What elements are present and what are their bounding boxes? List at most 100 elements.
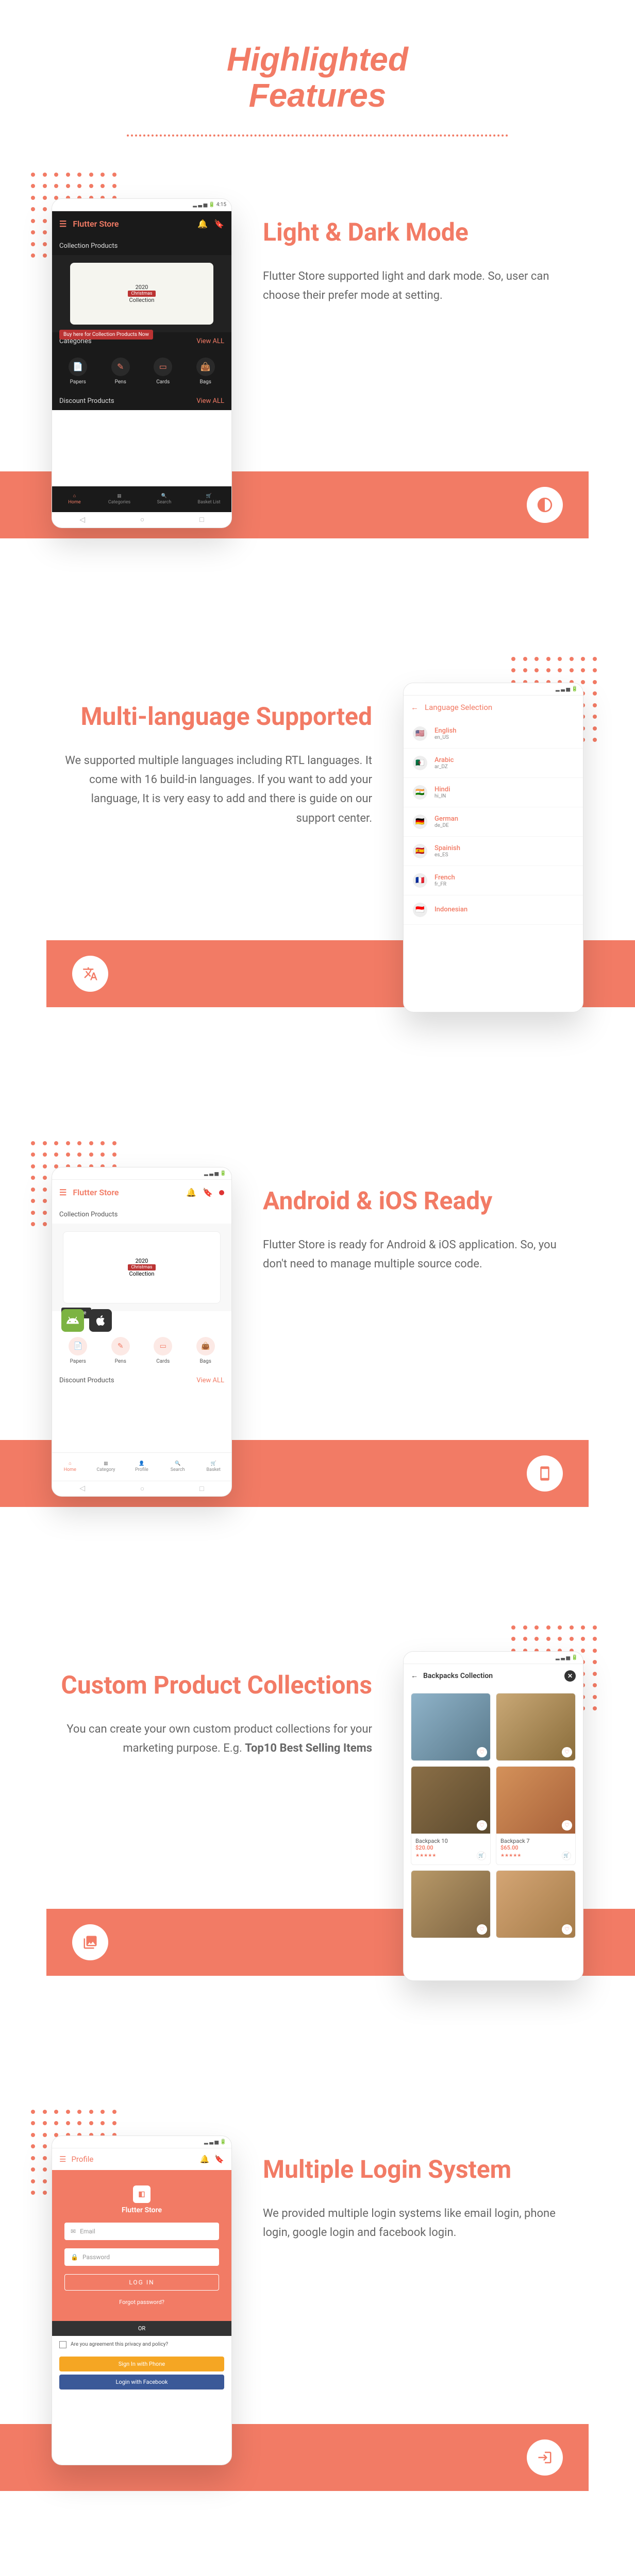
phone-mockup-collection: ▂ ▃ ▅ 🔋 ← Backpacks Collection ✕ Backpac…: [403, 1651, 583, 1981]
tab-search[interactable]: 🔍Search: [142, 486, 187, 512]
notification-icon[interactable]: 🔔: [200, 2155, 210, 2164]
tab-bar: ⌂Home ▦Categories 🔍Search 🛒Basket List: [52, 486, 231, 512]
hero-banner[interactable]: 2020 Christmas Collection Buy here for C…: [52, 255, 231, 332]
login-form: ◧ Flutter Store ✉Email 🔒Password LOG IN …: [52, 2170, 231, 2321]
android-navbar: ◁○□: [52, 512, 231, 528]
login-button[interactable]: LOG IN: [64, 2274, 219, 2291]
menu-icon[interactable]: ☰: [59, 2155, 66, 2164]
badge-icon: [219, 1190, 224, 1195]
mail-icon: ✉: [71, 2228, 76, 2235]
password-field[interactable]: 🔒Password: [64, 2248, 219, 2266]
or-separator: OR: [52, 2321, 231, 2336]
list-item[interactable]: 🇮🇩Indonesian: [404, 895, 583, 925]
title-line1: Highlighted: [227, 41, 408, 78]
language-header: ← Language Selection: [404, 696, 583, 719]
list-item[interactable]: 🇮🇳Hindihi_IN: [404, 778, 583, 807]
cat-item[interactable]: ✎Pens: [102, 358, 140, 385]
android-icon: [61, 1309, 84, 1332]
list-item[interactable]: 🇩🇪Germande_DE: [404, 807, 583, 837]
product-card[interactable]: [496, 1693, 576, 1761]
product-price: $20.00: [415, 1844, 486, 1851]
product-card[interactable]: [411, 1870, 491, 1938]
feature-description: Flutter Store supported light and dark m…: [263, 267, 583, 306]
agreement-row[interactable]: Are you agreement this privacy and polic…: [52, 2336, 231, 2353]
divider: [127, 134, 508, 137]
bold-text: Top10 Best Selling Items: [245, 1742, 372, 1755]
cat-item[interactable]: ✎Pens: [102, 1337, 140, 1364]
screen-title: Language Selection: [425, 703, 492, 712]
feature-heading: Android & iOS Ready: [263, 1188, 583, 1215]
feature-platforms: ▂ ▃ ▅ 🔋 ☰ Flutter Store 🔔 🔖 Collection P…: [0, 1167, 635, 1558]
tab-home[interactable]: ⌂Home: [52, 1453, 88, 1481]
cat-item[interactable]: 👜Bags: [187, 358, 225, 385]
bookmark-icon[interactable]: 🔖: [214, 2155, 224, 2164]
section-label: Discount Products View ALL: [52, 392, 231, 410]
list-item[interactable]: 🇺🇸Englishen_US: [404, 719, 583, 749]
bookmark-icon[interactable]: 🔖: [214, 219, 224, 229]
section-label: Collection Products: [52, 1206, 231, 1224]
cat-item[interactable]: ▭Cards: [144, 1337, 182, 1364]
phone-mockup-login: ▂ ▃ ▅ 🔋 ☰ Profile 🔔 🔖 ◧ Flutter Store ✉E…: [52, 2136, 232, 2465]
feature-light-dark: ▂ ▃ ▅ 🔋 4:15 ☰ Flutter Store 🔔 🔖 Collect…: [0, 198, 635, 590]
app-header: ☰ Flutter Store 🔔 🔖: [52, 1180, 231, 1206]
tab-profile[interactable]: 👤Profile: [124, 1453, 160, 1481]
product-card[interactable]: [411, 1693, 491, 1761]
category-row: 📄Papers ✎Pens ▭Cards 👜Bags: [52, 350, 231, 392]
product-card[interactable]: [496, 1870, 576, 1938]
brand-logo: ◧ Flutter Store: [64, 2185, 219, 2214]
feature-heading: Multi-language Supported: [52, 703, 372, 731]
hero-year: 2020: [136, 284, 148, 291]
bookmark-icon[interactable]: 🔖: [203, 1188, 213, 1197]
back-icon[interactable]: ←: [411, 703, 419, 712]
platform-badges: [61, 1309, 112, 1332]
status-bar: ▂ ▃ ▅ 🔋 4:15: [52, 199, 231, 211]
notification-icon[interactable]: 🔔: [197, 219, 208, 229]
list-item[interactable]: 🇫🇷Frenchfr_FR: [404, 866, 583, 895]
feature-multilang: ▂ ▃ ▅ 🔋 ← Language Selection 🇺🇸Englishen…: [0, 683, 635, 1074]
cat-item[interactable]: ▭Cards: [144, 358, 182, 385]
hero-subtitle: Collection: [129, 297, 154, 303]
facebook-login-button[interactable]: Login with Facebook: [59, 2375, 224, 2389]
back-icon[interactable]: ←: [411, 1671, 418, 1680]
notification-icon[interactable]: 🔔: [186, 1188, 196, 1197]
profile-header: ☰ Profile 🔔 🔖: [52, 2148, 231, 2170]
checkbox[interactable]: [59, 2341, 66, 2348]
cat-item[interactable]: 📄Papers: [59, 1337, 97, 1364]
tab-categories[interactable]: ▦Categories: [97, 486, 142, 512]
tab-basket[interactable]: 🛒Basket: [195, 1453, 231, 1481]
language-list: 🇺🇸Englishen_US 🇩🇿Arabicar_DZ 🇮🇳Hindihi_I…: [404, 719, 583, 925]
view-all-link[interactable]: View ALL: [196, 397, 224, 405]
collection-header: ← Backpacks Collection ✕: [404, 1664, 583, 1688]
hero-banner[interactable]: 2020 Christmas Collection Buy here: [52, 1224, 231, 1311]
phone-mockup-languages: ▂ ▃ ▅ 🔋 ← Language Selection 🇺🇸Englishen…: [403, 683, 583, 1012]
list-item[interactable]: 🇩🇿Arabicar_DZ: [404, 749, 583, 778]
cat-item[interactable]: 👜Bags: [187, 1337, 225, 1364]
feature-heading: Multiple Login System: [263, 2156, 583, 2183]
tab-search[interactable]: 🔍Search: [160, 1453, 196, 1481]
tab-home[interactable]: ⌂Home: [52, 486, 97, 512]
tab-category[interactable]: ▦Category: [88, 1453, 124, 1481]
phone-signin-button[interactable]: Sign In with Phone: [59, 2357, 224, 2371]
feature-description: Flutter Store is ready for Android & iOS…: [263, 1235, 583, 1274]
cat-item[interactable]: 📄Papers: [59, 358, 97, 385]
cta-button[interactable]: Buy here for Collection Products Now: [59, 330, 153, 340]
add-cart-icon[interactable]: 🛒: [562, 1851, 571, 1860]
list-item[interactable]: 🇪🇸Spainishes_ES: [404, 837, 583, 866]
feature-login: ▂ ▃ ▅ 🔋 ☰ Profile 🔔 🔖 ◧ Flutter Store ✉E…: [0, 2136, 635, 2527]
add-cart-icon[interactable]: 🛒: [477, 1851, 486, 1860]
product-card[interactable]: Backpack 7 $65.00 ★★★★★🛒: [496, 1766, 576, 1865]
feature-description: You can create your own custom product c…: [52, 1720, 372, 1758]
page-title: Highlighted Features: [0, 0, 635, 129]
view-all-link[interactable]: View ALL: [196, 1377, 224, 1384]
status-bar: ▂ ▃ ▅ 🔋: [404, 1652, 583, 1664]
menu-icon[interactable]: ☰: [59, 219, 66, 229]
forgot-password-link[interactable]: Forgot password?: [64, 2299, 219, 2306]
close-icon[interactable]: ✕: [564, 1670, 576, 1682]
menu-icon[interactable]: ☰: [59, 1188, 66, 1197]
product-card[interactable]: Backpack 10 $20.00 ★★★★★🛒: [411, 1766, 491, 1865]
email-field[interactable]: ✉Email: [64, 2223, 219, 2240]
view-all-link[interactable]: View ALL: [196, 337, 224, 345]
hero-year: 2020: [128, 1258, 155, 1264]
tab-basket[interactable]: 🛒Basket List: [187, 486, 231, 512]
app-title: Flutter Store: [73, 219, 119, 229]
